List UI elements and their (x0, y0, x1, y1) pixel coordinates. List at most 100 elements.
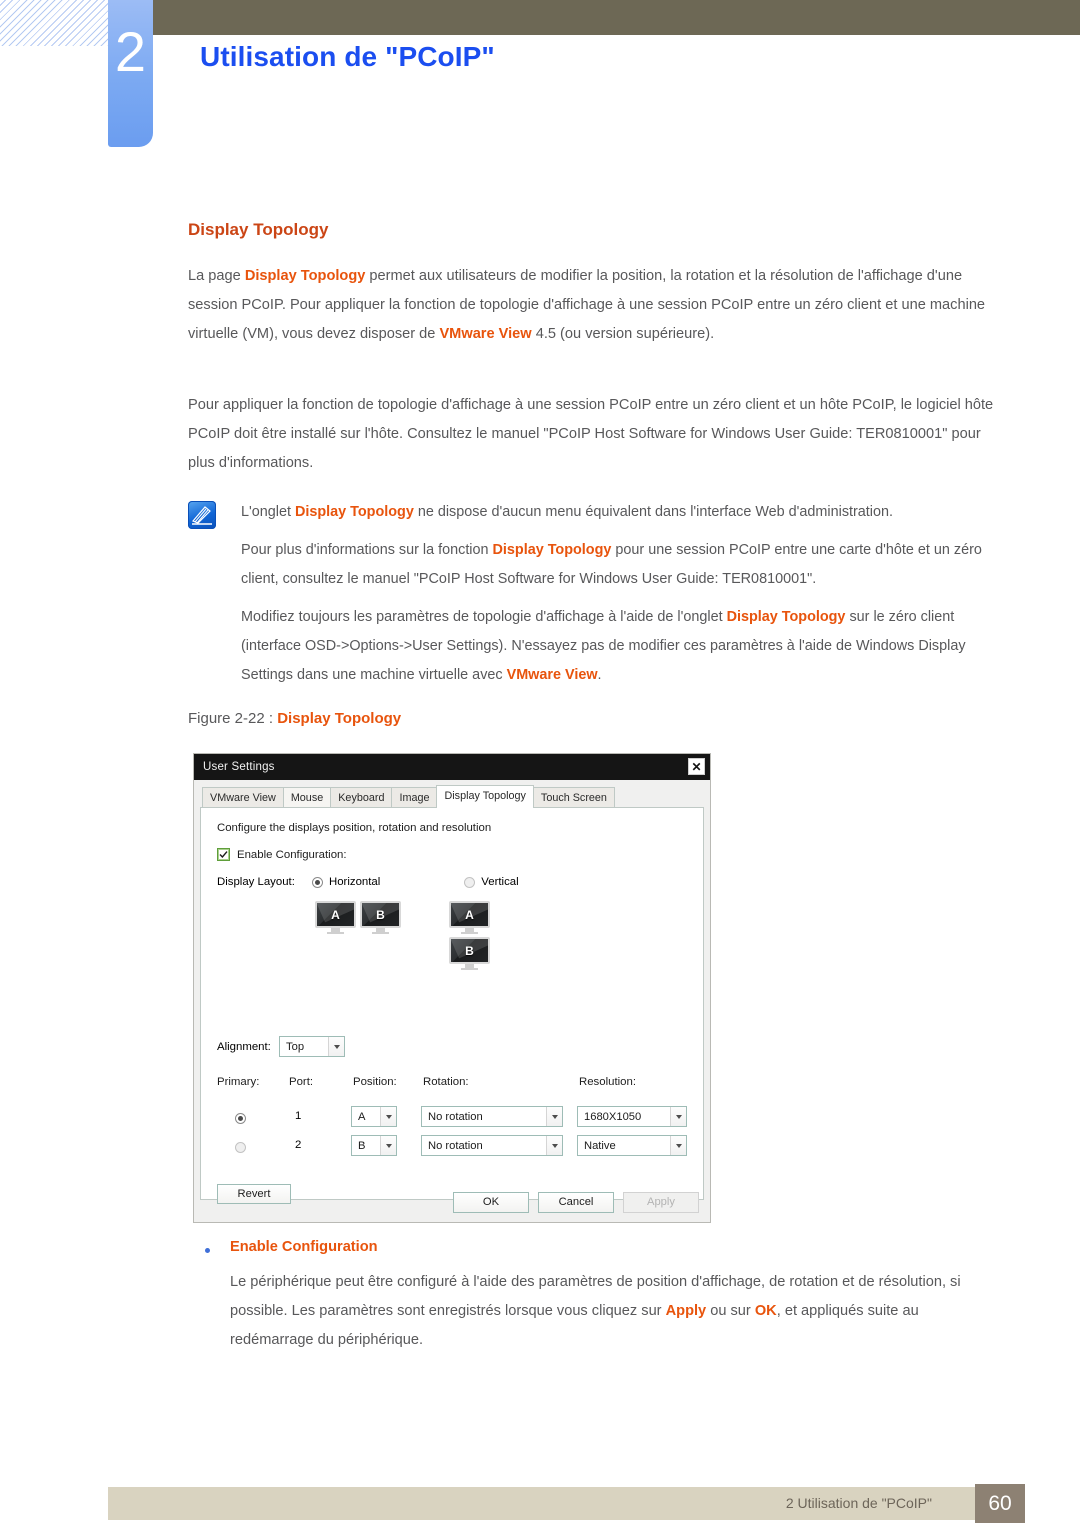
note3-part3: . (597, 667, 602, 683)
cancel-button[interactable]: Cancel (538, 1191, 614, 1213)
position-select-2[interactable]: B (351, 1135, 397, 1156)
enable-configuration-checkbox[interactable] (217, 848, 230, 861)
chevron-down-icon[interactable] (380, 1136, 396, 1155)
layout-option-horizontal[interactable]: Horizontal (312, 876, 380, 888)
para1-part1: La page (188, 268, 245, 284)
chevron-down-icon[interactable] (380, 1107, 396, 1126)
monitor-label-v-a: A (465, 907, 474, 922)
tab-vmware-view[interactable]: VMware View (202, 787, 284, 808)
position-value-1: A (358, 1110, 366, 1123)
display-layout-label: Display Layout: (217, 876, 295, 888)
note-line-3: Modifiez toujours les paramètres de topo… (241, 603, 1006, 690)
display-layout-row: Display Layout: Horizontal Vertical (217, 876, 689, 888)
alignment-row: Alignment: Top (217, 1036, 345, 1057)
page-root: 2 Utilisation de "PCoIP" Display Topolog… (0, 0, 1080, 1527)
note1-part2: ne dispose d'aucun menu équivalent dans … (413, 504, 894, 520)
figure-caption-highlight: Display Topology (277, 710, 402, 727)
note1-highlight: Display Topology (294, 504, 414, 520)
para1-highlight1: Display Topology (244, 268, 366, 284)
ok-button[interactable]: OK (453, 1191, 529, 1213)
enable-configuration-label: Enable Configuration: (237, 848, 347, 861)
bullet-dot-icon (205, 1248, 210, 1253)
monitor-label-v-b: B (465, 943, 474, 958)
apply-button: Apply (623, 1191, 699, 1213)
tab-display-topology[interactable]: Display Topology (436, 785, 534, 808)
chevron-down-icon[interactable] (546, 1107, 562, 1126)
col-header-position: Position: (353, 1076, 397, 1088)
table-row: 2 B No rotation Native (217, 1135, 687, 1161)
chevron-down-icon[interactable] (328, 1037, 344, 1056)
display-topology-panel: Configure the displays position, rotatio… (200, 807, 704, 1204)
header-bar (153, 0, 1080, 35)
dialog-inner: VMware View Mouse Keyboard Image Display… (194, 780, 710, 1222)
rotation-select-1[interactable]: No rotation (421, 1106, 563, 1127)
primary-radio-port1[interactable] (235, 1113, 246, 1124)
paragraph-host: Pour appliquer la fonction de topologie … (188, 397, 994, 471)
port-value-2: 2 (295, 1139, 302, 1151)
bullet-part2: ou sur (706, 1303, 755, 1319)
paragraph-intro: La page Display Topology permet aux util… (188, 262, 1004, 349)
note2-part1: Pour plus d'informations sur la fonction (241, 542, 493, 558)
chevron-down-icon[interactable] (546, 1136, 562, 1155)
primary-radio-port2[interactable] (235, 1142, 246, 1153)
tab-touch-screen[interactable]: Touch Screen (532, 787, 615, 808)
alignment-value: Top (286, 1040, 305, 1053)
layout-vertical-label: Vertical (481, 876, 519, 888)
footer-text: 2 Utilisation de "PCoIP" (785, 1495, 932, 1511)
note3-highlight1: Display Topology (726, 609, 846, 625)
section-heading: Display Topology (188, 220, 329, 239)
alignment-label: Alignment: (217, 1040, 271, 1053)
col-header-port: Port: (289, 1076, 314, 1088)
layout-horizontal-label: Horizontal (329, 876, 381, 888)
note-line-2: Pour plus d'informations sur la fonction… (241, 536, 1006, 594)
user-settings-dialog: User Settings ✕ VMware View Mouse Keyboa… (193, 753, 711, 1223)
resolution-value-2: Native (584, 1139, 616, 1152)
tab-keyboard[interactable]: Keyboard (330, 787, 393, 808)
bullet-enable-configuration: Enable Configuration (205, 1238, 1005, 1256)
bullet-description: Le périphérique peut être configuré à l'… (230, 1268, 1005, 1355)
enable-configuration-row[interactable]: Enable Configuration: (217, 848, 689, 861)
note-block: L'onglet Display Topology ne dispose d'a… (188, 498, 1006, 690)
dialog-titlebar: User Settings ✕ (194, 754, 710, 780)
port-value-1: 1 (295, 1110, 302, 1122)
tab-image[interactable]: Image (391, 787, 438, 808)
position-select-1[interactable]: A (351, 1106, 397, 1127)
resolution-select-1[interactable]: 1680X1050 (577, 1106, 687, 1127)
rotation-value-2: No rotation (428, 1139, 483, 1152)
note-line-1: L'onglet Display Topology ne dispose d'a… (241, 498, 1006, 527)
dialog-tab-strip: VMware View Mouse Keyboard Image Display… (200, 785, 704, 808)
col-header-rotation: Rotation: (423, 1076, 469, 1088)
monitor-horizontal-a[interactable]: A (315, 901, 356, 934)
note2-highlight: Display Topology (492, 542, 612, 558)
dialog-footer: OK Cancel Apply (200, 1187, 704, 1217)
panel-instruction: Configure the displays position, rotatio… (217, 822, 492, 834)
monitor-label-h-a: A (331, 907, 340, 922)
monitor-vertical-a[interactable]: A (449, 901, 490, 934)
radio-vertical-icon[interactable] (464, 876, 476, 888)
page-number-badge: 60 (975, 1484, 1025, 1523)
note3-part1: Modifiez toujours les paramètres de topo… (241, 609, 727, 625)
position-value-2: B (358, 1139, 366, 1152)
layout-option-vertical[interactable]: Vertical (464, 876, 519, 888)
alignment-select[interactable]: Top (279, 1036, 345, 1057)
col-header-resolution: Resolution: (579, 1076, 636, 1088)
note-body: L'onglet Display Topology ne dispose d'a… (241, 498, 1006, 690)
close-icon[interactable]: ✕ (688, 758, 705, 775)
radio-horizontal-icon[interactable] (312, 876, 323, 888)
monitor-vertical-b[interactable]: B (449, 937, 490, 970)
chevron-down-icon[interactable] (670, 1107, 686, 1126)
tab-mouse[interactable]: Mouse (282, 787, 332, 808)
chapter-number: 2 (114, 20, 147, 83)
table-row: 1 A No rotation 1680X1050 (217, 1106, 687, 1132)
resolution-select-2[interactable]: Native (577, 1135, 687, 1156)
para1-highlight2: VMware View (439, 326, 532, 342)
page-title: Utilisation de "PCoIP" (200, 41, 495, 72)
resolution-value-1: 1680X1050 (584, 1110, 642, 1123)
para1-part3: 4.5 (ou version supérieure). (531, 326, 715, 342)
rotation-select-2[interactable]: No rotation (421, 1135, 563, 1156)
note-pen-icon (188, 501, 216, 529)
chevron-down-icon[interactable] (670, 1136, 686, 1155)
monitor-horizontal-b[interactable]: B (360, 901, 401, 934)
note1-part1: L'onglet (241, 504, 295, 520)
monitor-label-h-b: B (376, 907, 385, 922)
